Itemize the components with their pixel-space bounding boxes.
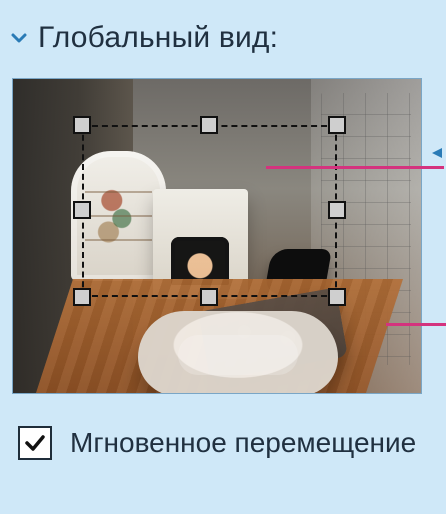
resize-handle-bottom-right[interactable] bbox=[328, 288, 346, 306]
section-header[interactable]: Глобальный вид: bbox=[10, 18, 278, 58]
callout-line-1 bbox=[266, 166, 444, 169]
resize-handle-top-middle[interactable] bbox=[200, 116, 218, 134]
resize-handle-top-left[interactable] bbox=[73, 116, 91, 134]
selection-rectangle[interactable] bbox=[82, 125, 337, 297]
resize-handle-bottom-middle[interactable] bbox=[200, 288, 218, 306]
instant-move-option[interactable]: Мгновенное перемещение bbox=[18, 418, 438, 508]
section-title: Глобальный вид: bbox=[38, 21, 279, 54]
callout-line-2 bbox=[386, 323, 446, 326]
global-view-panel: Глобальный вид: Мгновенное перемещение bbox=[0, 0, 446, 514]
checkbox-checked-icon bbox=[20, 428, 50, 458]
instant-move-label: Мгновенное перемещение bbox=[70, 427, 417, 458]
resize-handle-middle-right[interactable] bbox=[328, 201, 346, 219]
instant-move-checkbox[interactable] bbox=[18, 426, 52, 460]
resize-handle-top-right[interactable] bbox=[328, 116, 346, 134]
chevron-down-icon[interactable] bbox=[10, 29, 28, 47]
callout-arrow-icon bbox=[430, 146, 444, 160]
resize-handle-bottom-left[interactable] bbox=[73, 288, 91, 306]
sofa bbox=[138, 311, 338, 393]
resize-handle-middle-left[interactable] bbox=[73, 201, 91, 219]
global-view-image-frame[interactable] bbox=[12, 78, 422, 394]
